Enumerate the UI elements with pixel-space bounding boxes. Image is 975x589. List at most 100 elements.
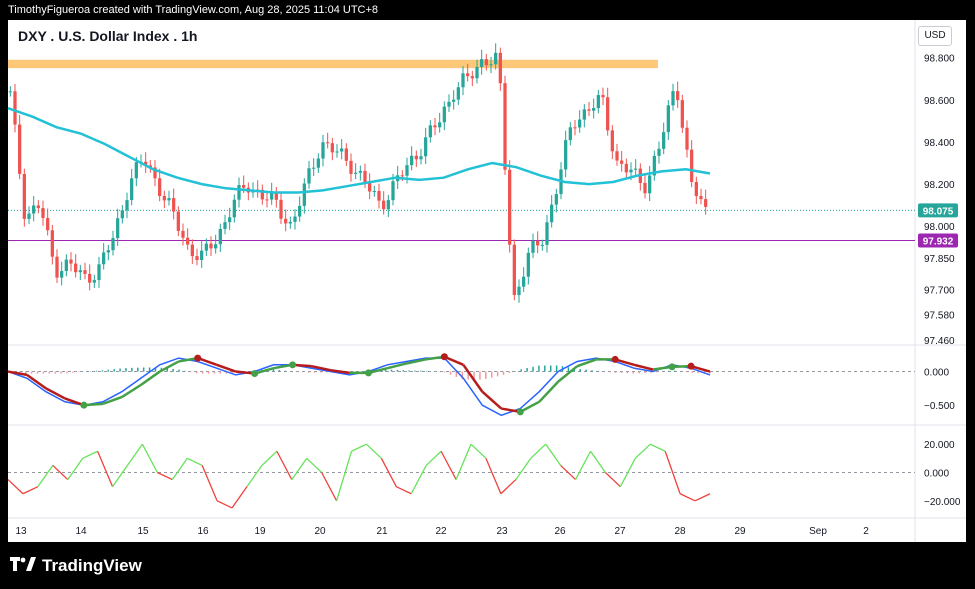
candle-body [620,160,624,164]
candle-body [8,91,12,93]
macd-signal-segment [121,383,142,399]
oscillator-segment [545,443,562,466]
candle-body [382,200,386,210]
candle-body [330,143,334,153]
candle-body [662,132,666,149]
time-tick-label: 27 [614,526,626,537]
candle-body [522,276,526,287]
candle-body [424,137,428,157]
time-tick-label: Sep [809,526,827,537]
candle-body [671,91,675,106]
candle-body [32,205,36,214]
candle-body [36,205,40,209]
candle-body [232,199,236,218]
oscillator-segment [141,443,158,473]
chart-canvas[interactable]: 98.800 98.600 98.400 98.200 98.000 97.850 97.7… [0,0,975,589]
oscillator-segment [97,450,114,487]
candle-body [606,97,610,131]
oscillator-segment [186,457,203,467]
tradingview-logo-icon [10,556,36,576]
candle-body [74,263,78,273]
oscillator-segment [261,450,278,466]
macd-cross-dot [289,361,297,369]
candle-body [484,59,488,66]
oscillator-segment [485,458,502,495]
time-tick-label: 2 [863,526,869,537]
candle-body [592,108,596,111]
candle-body [279,199,283,219]
candle-body [610,130,614,152]
candle-body [372,190,376,192]
candle-body [391,181,395,201]
candle-body [288,221,292,224]
candle-body [78,270,82,273]
macd-cross-dot [687,362,695,370]
macd-cross-dot [611,355,619,363]
candle-body [419,156,423,160]
candle-body [46,217,50,231]
candle-body [298,205,302,217]
candle-body [302,183,306,206]
macd-cross-dot [251,370,259,378]
time-tick-label: 16 [197,526,209,537]
oscillator-segment [171,457,188,480]
oscillator-segment [694,493,711,502]
candle-body [64,259,68,272]
candle-body [634,168,638,170]
oscillator-segment [530,443,547,459]
oscillator-segment [201,465,218,502]
oscillator-tick-label: 20.000 [924,440,955,451]
time-tick-label: 26 [554,526,566,537]
macd-tick-label: 0.000 [924,368,949,379]
candle-body [442,106,446,123]
candle-body [363,170,367,183]
candle-body [55,256,59,278]
candle-body [204,243,208,251]
oscillator-segment [366,443,382,459]
candle-body [22,173,26,219]
oscillator-segment [634,443,651,459]
candle-body [50,230,54,257]
candle-body [97,264,101,281]
oscillator-tick-label: 0.000 [924,469,949,480]
candle-body [316,158,320,168]
candle-body [456,87,460,100]
oscillator-segment [410,465,427,495]
candle-body [186,237,190,245]
candle-body [116,218,120,239]
candle-body [326,142,330,144]
candle-body [354,172,358,174]
oscillator-segment [515,457,532,480]
candle-body [503,83,507,170]
candle-body [18,124,22,174]
candle-body [172,198,176,212]
oscillator-segment [440,450,457,480]
candle-body [596,95,600,109]
price-tick-label: 97.850 [924,254,955,265]
macd-cross-dot [364,369,372,377]
candle-body [428,125,432,138]
macd-signal-segment [7,370,28,377]
time-tick-label: 21 [376,526,388,537]
currency-button[interactable]: USD [918,26,952,46]
price-tick-label: 97.580 [924,311,955,322]
candle-body [554,194,558,205]
candle-body [195,256,199,261]
candle-body [582,109,586,120]
candle-body [517,286,521,296]
candle-body [69,259,73,264]
candle-body [470,76,474,79]
candle-body [237,185,241,200]
candle-body [242,185,246,188]
candle-body [694,181,698,197]
candle-body [489,64,493,66]
oscillator-segment [470,443,487,459]
candle-body [218,228,222,245]
candle-body [666,105,670,133]
candle-body [349,160,353,174]
brand-name: TradingView [42,556,142,575]
macd-fast-line [7,357,711,417]
candle-body [88,273,92,283]
time-tick-label: 14 [75,526,87,537]
candle-body [643,182,647,194]
